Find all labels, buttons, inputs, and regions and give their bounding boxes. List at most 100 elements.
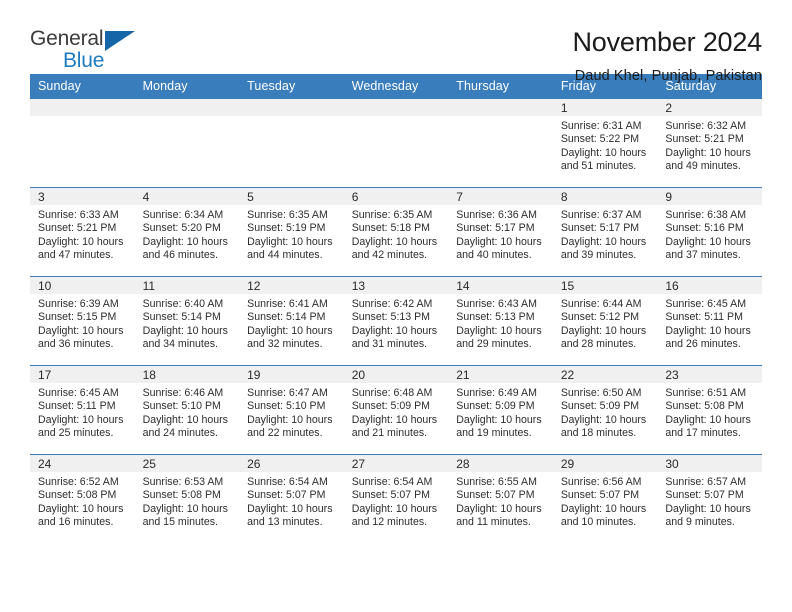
calendar-day-cell[interactable]: 25 Sunrise: 6:53 AM Sunset: 5:08 PM Dayligh… [134,454,240,544]
day-number: 4 [134,188,240,205]
daylight-text-line1: Daylight: 10 hours [247,324,333,337]
sunset-text: Sunset: 5:11 PM [38,400,116,413]
calendar-day-cell[interactable]: 5 Sunrise: 6:35 AM Sunset: 5:19 PM Daylight… [239,187,344,277]
daylight-text-line2: and 26 minutes. [665,338,741,351]
daylight-text-line2: and 21 minutes. [351,427,428,440]
sunset-text: Sunset: 5:17 PM [560,222,640,235]
day-details: Sunrise: 6:53 AM Sunset: 5:08 PM Daylight:… [135,472,240,530]
calendar-day-cell[interactable]: 1 Sunrise: 6:31 AM Sunset: 5:22 PM Daylight… [552,98,658,188]
title-block: November 2024 Daud Khel, Punjab, Pakista… [572,26,762,87]
logo-text-general: General [30,28,150,51]
day-details: Sunrise: 6:55 AM Sunset: 5:07 PM Daylight:… [448,472,553,530]
day-details: Sunrise: 6:31 AM Sunset: 5:22 PM Daylight:… [553,116,658,174]
calendar-day-cell[interactable]: 13 Sunrise: 6:42 AM Sunset: 5:13 PM Dayligh… [343,276,449,366]
calendar-day-cell[interactable]: 7 Sunrise: 6:36 AM Sunset: 5:17 PM Daylight… [448,187,553,277]
sunset-text: Sunset: 5:16 PM [665,222,744,235]
calendar-day-cell[interactable]: 18 Sunrise: 6:46 AM Sunset: 5:10 PM Dayligh… [134,365,240,455]
calendar-day-cell[interactable]: 30 Sunrise: 6:57 AM Sunset: 5:07 PM Dayligh… [657,454,762,544]
calendar-day-cell[interactable]: 2 Sunrise: 6:32 AM Sunset: 5:21 PM Daylight… [657,98,762,188]
calendar-day-cell[interactable]: 24 Sunrise: 6:52 AM Sunset: 5:08 PM Dayligh… [30,454,135,544]
daylight-text-line1: Daylight: 10 hours [560,324,647,337]
calendar-day-cell[interactable]: 17 Sunrise: 6:45 AM Sunset: 5:11 PM Dayligh… [30,365,135,455]
day-details: Sunrise: 6:45 AM Sunset: 5:11 PM Daylight:… [657,294,762,352]
sunset-text: Sunset: 5:07 PM [456,489,535,502]
sunrise-text: Sunrise: 6:37 AM [560,209,642,221]
calendar-week-row: 1 Sunrise: 6:31 AM Sunset: 5:22 PM Daylight… [30,98,762,188]
sunrise-text: Sunrise: 6:35 AM [247,209,328,221]
daylight-text-line1: Daylight: 10 hours [456,324,542,337]
sunrise-text: Sunrise: 6:55 AM [456,476,537,488]
day-details: Sunrise: 6:33 AM Sunset: 5:21 PM Daylight:… [30,205,135,263]
calendar-day-cell[interactable]: 3 Sunrise: 6:33 AM Sunset: 5:21 PM Daylight… [30,187,135,277]
sunrise-text: Sunrise: 6:52 AM [38,476,119,488]
sunrise-text: Sunrise: 6:43 AM [456,298,537,310]
sunrise-text: Sunrise: 6:56 AM [560,476,642,488]
calendar-day-cell[interactable]: 15 Sunrise: 6:44 AM Sunset: 5:12 PM Dayligh… [552,276,658,366]
calendar-day-cell[interactable]: 27 Sunrise: 6:54 AM Sunset: 5:07 PM Dayligh… [343,454,449,544]
calendar-table: Sunday Monday Tuesday Wednesday Thursday Frid… [30,74,762,544]
daylight-text-line2: and 40 minutes. [456,249,532,262]
day-number: 14 [448,277,553,294]
sunrise-text: Sunrise: 6:39 AM [38,298,119,310]
sunrise-text: Sunrise: 6:32 AM [665,120,747,132]
daylight-text-line1: Daylight: 10 hours [38,324,124,337]
calendar-day-cell[interactable]: 22 Sunrise: 6:50 AM Sunset: 5:09 PM Dayligh… [552,365,658,455]
day-number: 25 [134,455,240,472]
daylight-text-line2: and 24 minutes. [142,427,218,440]
calendar-day-cell[interactable]: 28 Sunrise: 6:55 AM Sunset: 5:07 PM Dayligh… [448,454,553,544]
sunset-text: Sunset: 5:09 PM [351,400,431,413]
day-details: Sunrise: 6:46 AM Sunset: 5:10 PM Daylight:… [135,383,240,441]
sunset-text: Sunset: 5:20 PM [142,222,221,235]
sunset-text: Sunset: 5:15 PM [38,311,117,324]
sunrise-text: Sunrise: 6:54 AM [247,476,328,488]
sunset-text: Sunset: 5:22 PM [560,133,640,146]
calendar-day-cell[interactable]: 10 Sunrise: 6:39 AM Sunset: 5:15 PM Dayligh… [30,276,135,366]
day-details: Sunrise: 6:54 AM Sunset: 5:07 PM Daylight:… [239,472,344,530]
daylight-text-line1: Daylight: 10 hours [560,146,647,159]
calendar-day-cell[interactable]: 9 Sunrise: 6:38 AM Sunset: 5:16 PM Daylight… [657,187,762,277]
daylight-text-line1: Daylight: 10 hours [665,235,751,248]
day-number: 3 [30,188,135,205]
daylight-text-line2: and 17 minutes. [665,427,741,440]
daylight-text-line2: and 29 minutes. [456,338,532,351]
calendar-day-cell[interactable]: 23 Sunrise: 6:51 AM Sunset: 5:08 PM Dayligh… [657,365,762,455]
calendar-day-cell[interactable]: 8 Sunrise: 6:37 AM Sunset: 5:17 PM Daylight… [552,187,658,277]
sunset-text: Sunset: 5:08 PM [665,400,744,413]
sunrise-text: Sunrise: 6:33 AM [38,209,119,221]
day-details: Sunrise: 6:34 AM Sunset: 5:20 PM Daylight:… [135,205,240,263]
day-details: Sunrise: 6:49 AM Sunset: 5:09 PM Daylight:… [448,383,553,441]
sunset-text: Sunset: 5:09 PM [456,400,535,413]
calendar-day-cell[interactable]: 29 Sunrise: 6:56 AM Sunset: 5:07 PM Dayligh… [552,454,658,544]
sunset-text: Sunset: 5:14 PM [142,311,221,324]
daylight-text-line2: and 28 minutes. [560,338,637,351]
sunrise-text: Sunrise: 6:46 AM [142,387,224,399]
day-details: Sunrise: 6:38 AM Sunset: 5:16 PM Daylight:… [657,205,762,263]
page-title: November 2024 [572,27,762,57]
page-header: General Blue November 2024 Daud Khel, Pu… [30,0,762,84]
calendar-day-cell[interactable]: 19 Sunrise: 6:47 AM Sunset: 5:10 PM Dayligh… [239,365,344,455]
calendar-day-cell[interactable]: 21 Sunrise: 6:49 AM Sunset: 5:09 PM Dayligh… [448,365,553,455]
calendar-day-cell[interactable]: 16 Sunrise: 6:45 AM Sunset: 5:11 PM Dayligh… [657,276,762,366]
sunset-text: Sunset: 5:21 PM [665,133,744,146]
sunset-text: Sunset: 5:10 PM [247,400,326,413]
calendar-day-cell[interactable]: 26 Sunrise: 6:54 AM Sunset: 5:07 PM Dayligh… [239,454,344,544]
weekday-header-sunday: Sunday [30,74,135,99]
sunrise-text: Sunrise: 6:45 AM [665,298,747,310]
day-number: 29 [552,455,658,472]
calendar-day-cell[interactable]: 14 Sunrise: 6:43 AM Sunset: 5:13 PM Dayligh… [448,276,553,366]
calendar-day-cell[interactable]: 4 Sunrise: 6:34 AM Sunset: 5:20 PM Daylight… [134,187,240,277]
logo[interactable]: General Blue [30,26,150,72]
daylight-text-line2: and 39 minutes. [560,249,637,262]
calendar-day-cell[interactable]: 11 Sunrise: 6:40 AM Sunset: 5:14 PM Dayligh… [134,276,240,366]
sunset-text: Sunset: 5:07 PM [247,489,326,502]
day-details: Sunrise: 6:54 AM Sunset: 5:07 PM Daylight:… [344,472,449,530]
daylight-text-line2: and 16 minutes. [38,516,114,529]
calendar-day-cell[interactable]: 12 Sunrise: 6:41 AM Sunset: 5:14 PM Dayligh… [239,276,344,366]
calendar-day-cell[interactable]: 6 Sunrise: 6:35 AM Sunset: 5:18 PM Daylight… [343,187,449,277]
day-number: 7 [448,188,553,205]
sunrise-text: Sunrise: 6:42 AM [351,298,433,310]
weekday-header-wednesday: Wednesday [343,74,449,99]
calendar-day-cell[interactable]: 20 Sunrise: 6:48 AM Sunset: 5:09 PM Dayligh… [343,365,449,455]
day-details: Sunrise: 6:40 AM Sunset: 5:14 PM Daylight:… [135,294,240,352]
calendar-week-row: 10 Sunrise: 6:39 AM Sunset: 5:15 PM Dayligh… [30,276,762,366]
